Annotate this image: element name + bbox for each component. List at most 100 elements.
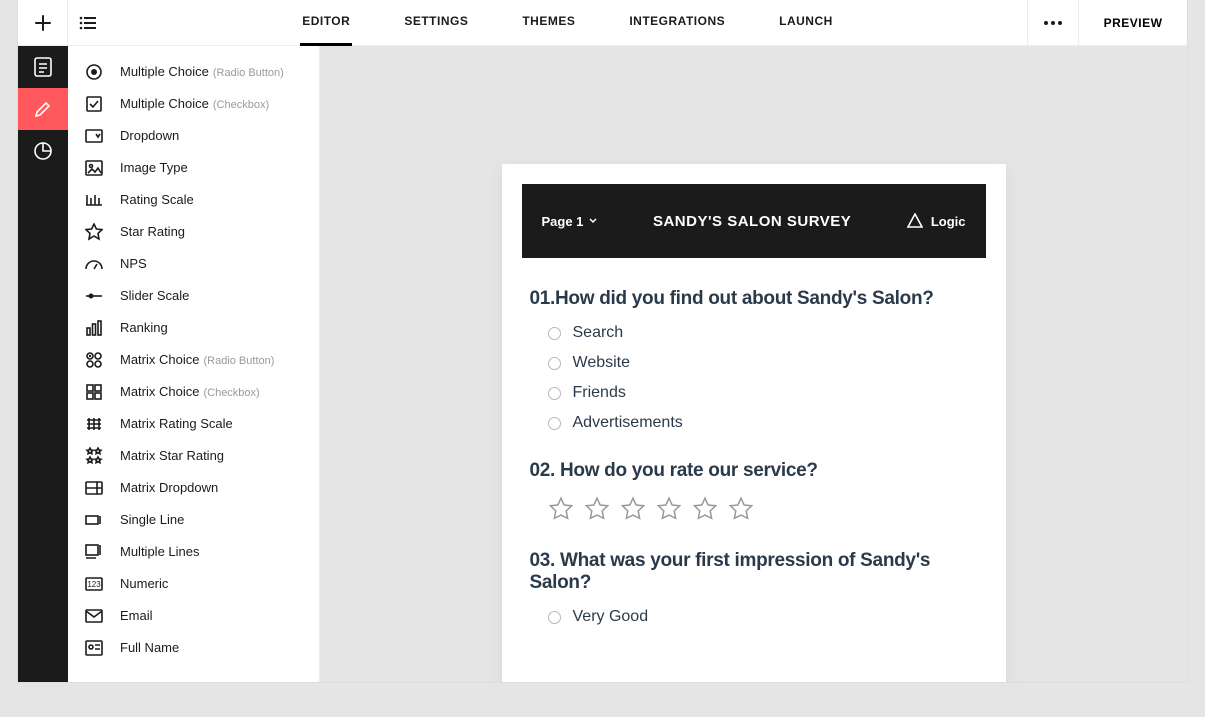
qtype-radio[interactable]: Multiple Choice (Radio Button) [68, 56, 319, 88]
qtype-star[interactable]: Star Rating [68, 216, 319, 248]
canvas-area: Page 1 SANDY'S SALON SURVEY Logic 01.How… [320, 46, 1187, 682]
star-icon[interactable] [620, 496, 646, 522]
qtype-label: Matrix Choice [120, 384, 199, 399]
answer-option[interactable]: Advertisements [548, 414, 978, 432]
star-icon[interactable] [584, 496, 610, 522]
rail-stats[interactable] [18, 130, 68, 172]
radio-icon [548, 417, 561, 430]
question[interactable]: 01.How did you find out about Sandy's Sa… [530, 288, 978, 432]
nps-icon [84, 254, 104, 274]
page-icon [34, 57, 52, 77]
star-icon[interactable] [728, 496, 754, 522]
logic-label: Logic [931, 214, 966, 229]
main-tabs: EDITOR SETTINGS THEMES INTEGRATIONS LAUNCH [108, 0, 1027, 46]
tab-editor[interactable]: EDITOR [300, 0, 352, 46]
qtype-label: NPS [120, 256, 147, 271]
radio-icon [548, 611, 561, 624]
radio-icon [84, 62, 104, 82]
qtype-label: Dropdown [120, 128, 179, 143]
survey-title: SANDY'S SALON SURVEY [653, 213, 851, 230]
star-icon[interactable] [548, 496, 574, 522]
svg-text:123: 123 [87, 580, 101, 589]
qtype-label: Matrix Star Rating [120, 448, 224, 463]
answers: Search Website Friends Advertisements [530, 324, 978, 432]
answer-option[interactable]: Website [548, 354, 978, 372]
qtype-sublabel: (Checkbox) [213, 99, 269, 111]
star-icon[interactable] [692, 496, 718, 522]
answer-option[interactable]: Very Good [548, 608, 978, 626]
qtype-ranking[interactable]: Ranking [68, 312, 319, 344]
radio-icon [548, 327, 561, 340]
survey-header: Page 1 SANDY'S SALON SURVEY Logic [522, 184, 986, 258]
qtype-fullname[interactable]: Full Name [68, 632, 319, 664]
more-icon [1043, 20, 1063, 26]
qtype-sublabel: (Radio Button) [213, 67, 284, 79]
matrix-radio-icon [84, 350, 104, 370]
qtype-single-line[interactable]: Single Line [68, 504, 319, 536]
question-text: 02. How do you rate our service? [530, 460, 978, 482]
qtype-multi-line[interactable]: Multiple Lines [68, 536, 319, 568]
qtype-checkbox[interactable]: Multiple Choice (Checkbox) [68, 88, 319, 120]
qtype-label: Slider Scale [120, 288, 189, 303]
answer-label: Search [573, 324, 624, 342]
qtype-sublabel: (Checkbox) [203, 387, 259, 399]
email-icon [84, 606, 104, 626]
answer-option[interactable]: Friends [548, 384, 978, 402]
pencil-icon [34, 100, 52, 118]
radio-icon [548, 357, 561, 370]
qtype-dropdown[interactable]: Dropdown [68, 120, 319, 152]
rating-icon [84, 190, 104, 210]
star-icon [84, 222, 104, 242]
qtype-matrix-radio[interactable]: Matrix Choice(Radio Button) [68, 344, 319, 376]
qtype-label: Rating Scale [120, 192, 194, 207]
single-line-icon [84, 510, 104, 530]
qtype-nps[interactable]: NPS [68, 248, 319, 280]
qtype-matrix-check[interactable]: Matrix Choice (Checkbox) [68, 376, 319, 408]
numeric-icon: 123 [84, 574, 104, 594]
add-button[interactable] [18, 0, 68, 46]
question[interactable]: 02. How do you rate our service? [530, 460, 978, 522]
answers: Very Good [530, 608, 978, 626]
multi-line-icon [84, 542, 104, 562]
qtype-matrix-dropdown[interactable]: Matrix Dropdown [68, 472, 319, 504]
tab-integrations[interactable]: INTEGRATIONS [627, 0, 727, 46]
list-button[interactable] [68, 0, 108, 46]
question[interactable]: 03. What was your first impression of Sa… [530, 550, 978, 626]
tab-themes[interactable]: THEMES [520, 0, 577, 46]
question-text: 01.How did you find out about Sandy's Sa… [530, 288, 978, 310]
qtype-label: Matrix Rating Scale [120, 416, 233, 431]
page-selector[interactable]: Page 1 [542, 214, 598, 229]
qtype-rating[interactable]: Rating Scale [68, 184, 319, 216]
star-rating[interactable] [530, 496, 978, 522]
tab-settings[interactable]: SETTINGS [402, 0, 470, 46]
rail-edit[interactable] [18, 88, 68, 130]
tab-launch[interactable]: LAUNCH [777, 0, 835, 46]
qtype-matrix-rating[interactable]: Matrix Rating Scale [68, 408, 319, 440]
side-rail [18, 46, 68, 682]
answer-label: Friends [573, 384, 626, 402]
qtype-numeric[interactable]: 123 Numeric [68, 568, 319, 600]
image-icon [84, 158, 104, 178]
qtype-image[interactable]: Image Type [68, 152, 319, 184]
star-icon[interactable] [656, 496, 682, 522]
question-type-panel: Multiple Choice(Radio Button)Multiple Ch… [68, 46, 320, 682]
qtype-label: Email [120, 608, 153, 623]
qtype-label: Multiple Choice [120, 96, 209, 111]
qtype-matrix-star[interactable]: Matrix Star Rating [68, 440, 319, 472]
rail-page[interactable] [18, 46, 68, 88]
qtype-label: Matrix Dropdown [120, 480, 218, 495]
qtype-slider[interactable]: Slider Scale [68, 280, 319, 312]
logic-button[interactable]: Logic [907, 213, 966, 229]
qtype-label: Numeric [120, 576, 168, 591]
answer-label: Advertisements [573, 414, 683, 432]
preview-button[interactable]: PREVIEW [1079, 16, 1187, 30]
survey-card: Page 1 SANDY'S SALON SURVEY Logic 01.How… [502, 164, 1006, 682]
answer-option[interactable]: Search [548, 324, 978, 342]
more-button[interactable] [1027, 0, 1079, 46]
slider-icon [84, 286, 104, 306]
qtype-label: Multiple Choice [120, 64, 209, 79]
matrix-star-icon [84, 446, 104, 466]
qtype-label: Image Type [120, 160, 188, 175]
question-text: 03. What was your first impression of Sa… [530, 550, 978, 594]
qtype-email[interactable]: Email [68, 600, 319, 632]
